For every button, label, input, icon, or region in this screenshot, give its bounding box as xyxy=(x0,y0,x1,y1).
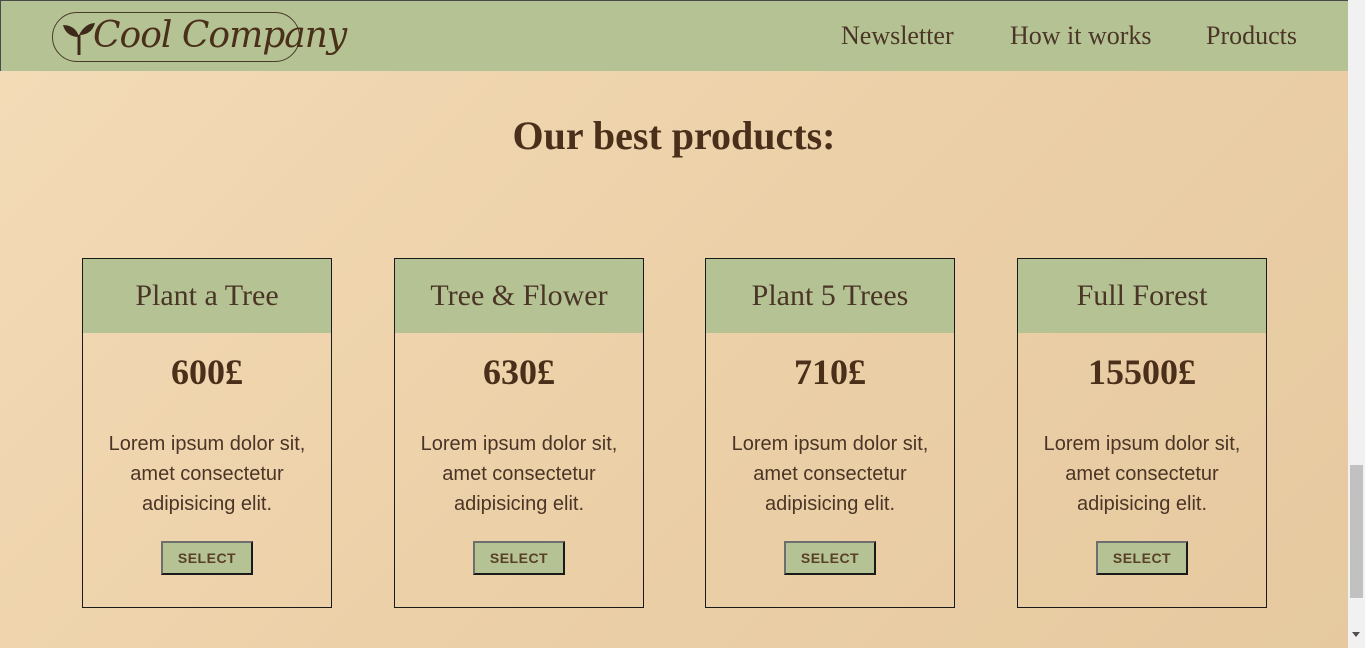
nav-how-it-works[interactable]: How it works xyxy=(1010,21,1152,51)
product-description: Lorem ipsum dolor sit, amet consectetur … xyxy=(420,433,618,515)
scrollbar-thumb[interactable] xyxy=(1350,465,1363,598)
chevron-down-icon[interactable] xyxy=(1352,632,1360,637)
logo[interactable]: Cool Company xyxy=(52,12,347,62)
product-description: Lorem ipsum dolor sit, amet consectetur … xyxy=(1043,433,1241,515)
product-card: Plant 5 Trees 710£ Lorem ipsum dolor sit… xyxy=(705,258,955,608)
nav-newsletter[interactable]: Newsletter xyxy=(841,21,954,51)
product-description: Lorem ipsum dolor sit, amet consectetur … xyxy=(108,433,306,515)
vertical-scrollbar[interactable] xyxy=(1348,0,1365,648)
product-card: Tree & Flower 630£ Lorem ipsum dolor sit… xyxy=(394,258,644,608)
page: Cool Company Newsletter How it works Pro… xyxy=(0,0,1348,648)
product-name: Tree & Flower xyxy=(395,259,643,333)
sprout-icon xyxy=(63,23,95,55)
page-title: Our best products: xyxy=(512,113,836,158)
header: Cool Company Newsletter How it works Pro… xyxy=(0,0,1348,71)
product-description: Lorem ipsum dolor sit, amet consectetur … xyxy=(731,433,929,515)
product-name: Plant 5 Trees xyxy=(706,259,954,333)
select-button[interactable]: SELECT xyxy=(161,541,253,575)
product-card: Full Forest 15500£ Lorem ipsum dolor sit… xyxy=(1017,258,1267,608)
select-button[interactable]: SELECT xyxy=(473,541,565,575)
logo-text: Cool Company xyxy=(93,15,347,56)
product-name: Plant a Tree xyxy=(83,259,331,333)
product-price: 600£ xyxy=(171,352,243,392)
select-button[interactable]: SELECT xyxy=(784,541,876,575)
select-button[interactable]: SELECT xyxy=(1096,541,1188,575)
product-price: 630£ xyxy=(483,352,555,392)
product-name: Full Forest xyxy=(1018,259,1266,333)
product-card: Plant a Tree 600£ Lorem ipsum dolor sit,… xyxy=(82,258,332,608)
nav-products[interactable]: Products xyxy=(1206,21,1297,51)
product-price: 15500£ xyxy=(1088,352,1196,392)
product-price: 710£ xyxy=(794,352,866,392)
